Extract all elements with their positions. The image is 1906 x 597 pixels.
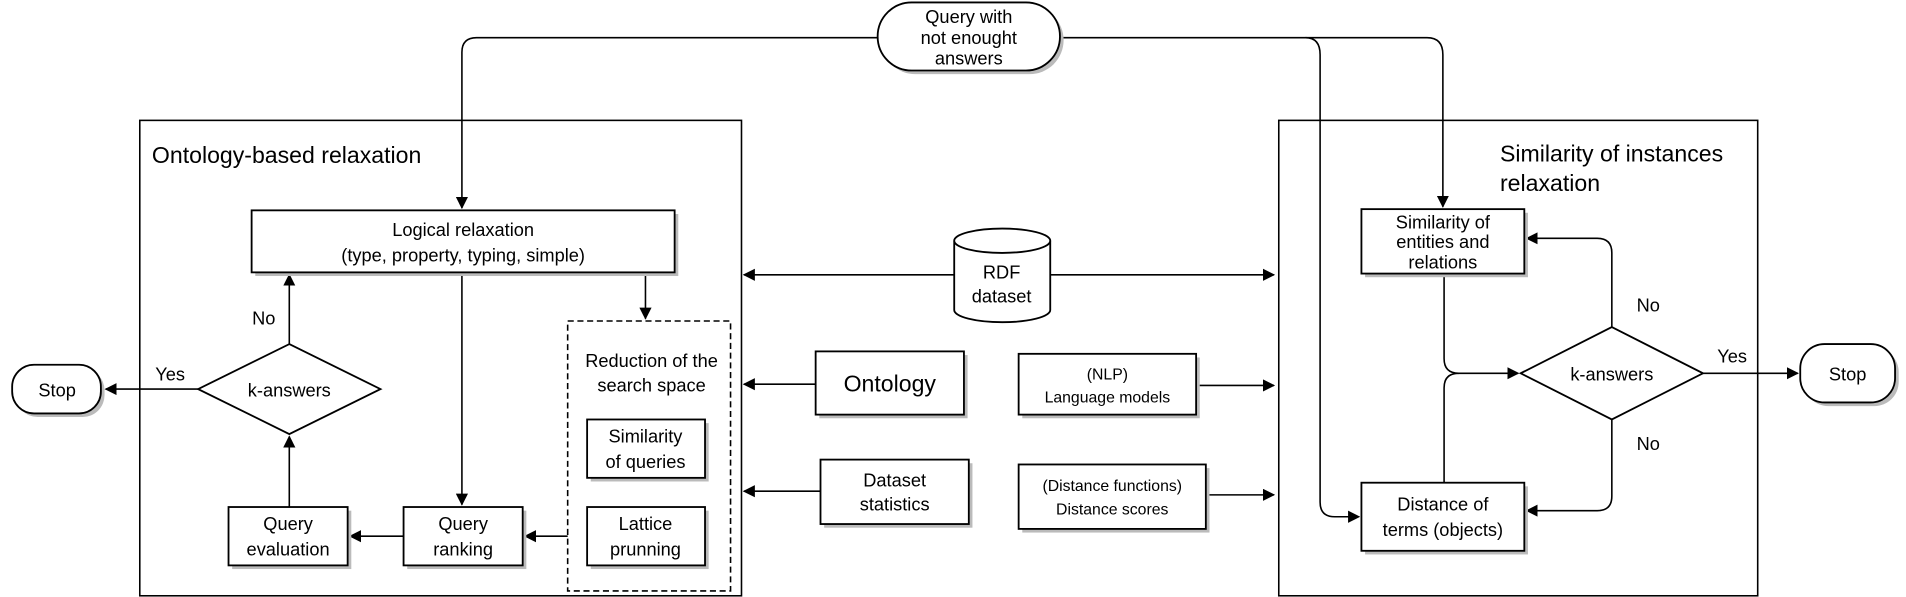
logical-relaxation-box: Logical relaxation (type, property, typi…	[250, 209, 679, 277]
right-stop-node: Stop	[1799, 343, 1899, 407]
right-panel-title-2: relaxation	[1500, 170, 1600, 196]
svg-text:relations: relations	[1408, 252, 1477, 273]
svg-text:Ontology: Ontology	[844, 371, 937, 397]
svg-text:Distance scores: Distance scores	[1056, 501, 1168, 518]
right-k-answers-decision: k-answers	[1518, 326, 1706, 421]
ontology-box: Ontology	[814, 350, 968, 419]
distance-scores-box: (Distance functions) Distance scores	[1017, 463, 1210, 533]
svg-text:Similarity: Similarity	[609, 426, 684, 447]
rdf-dataset-cylinder: RDF dataset	[953, 227, 1052, 324]
svg-text:evaluation: evaluation	[247, 539, 330, 560]
svg-text:answers: answers	[935, 47, 1003, 68]
svg-text:k-answers: k-answers	[1570, 364, 1653, 385]
left-k-answers-decision: k-answers	[196, 343, 383, 436]
svg-text:Logical relaxation: Logical relaxation	[392, 219, 534, 240]
svg-text:prunning: prunning	[610, 539, 681, 560]
svg-text:not enought: not enought	[921, 27, 1017, 48]
similarity-of-queries-box: Similarity of queries	[586, 418, 709, 482]
query-start-node: Query with not enought answers	[876, 1, 1064, 75]
left-stop-node: Stop	[11, 363, 105, 418]
svg-text:statistics: statistics	[860, 494, 930, 515]
dataset-statistics-box: Dataset statistics	[819, 458, 973, 528]
svg-text:dataset: dataset	[972, 286, 1032, 307]
svg-text:(type, property, typing, simpl: (type, property, typing, simple)	[341, 244, 585, 265]
svg-text:Query: Query	[263, 513, 313, 534]
svg-text:terms (objects): terms (objects)	[1383, 519, 1503, 540]
svg-text:Stop: Stop	[38, 379, 75, 400]
svg-text:ranking: ranking	[433, 539, 493, 560]
svg-text:Dataset: Dataset	[863, 469, 926, 490]
query-evaluation-box: Query evaluation	[227, 506, 352, 570]
left-panel-title: Ontology-based relaxation	[152, 142, 421, 168]
svg-text:Similarity of: Similarity of	[1396, 212, 1491, 233]
lattice-pruning-box: Lattice prunning	[586, 506, 709, 570]
svg-text:entities and: entities and	[1396, 231, 1489, 252]
svg-text:Query: Query	[438, 513, 488, 534]
svg-text:Stop: Stop	[1829, 364, 1866, 385]
language-models-box: (NLP) Language models	[1017, 352, 1200, 419]
svg-text:RDF: RDF	[983, 261, 1020, 282]
svg-text:Lattice: Lattice	[619, 513, 673, 534]
right-yes-label: Yes	[1717, 345, 1747, 366]
relaxation-diagram: Ontology-based relaxation Similarity of …	[11, 1, 1899, 597]
right-no-top-label: No	[1637, 294, 1660, 315]
svg-text:(Distance functions): (Distance functions)	[1042, 478, 1182, 495]
svg-text:of queries: of queries	[605, 451, 685, 472]
right-panel-title: Similarity of instances	[1500, 141, 1723, 167]
distance-terms-box: Distance of terms (objects)	[1360, 481, 1528, 555]
similarity-entities-box: Similarity of entities and relations	[1360, 208, 1528, 278]
svg-text:Distance of: Distance of	[1397, 494, 1489, 515]
query-ranking-box: Query ranking	[402, 506, 527, 570]
svg-text:(NLP): (NLP)	[1087, 366, 1128, 383]
svg-text:Query with: Query with	[925, 6, 1012, 27]
svg-text:search space: search space	[597, 375, 705, 396]
svg-text:k-answers: k-answers	[248, 379, 331, 400]
right-no-bottom-label: No	[1637, 433, 1660, 454]
svg-text:Language models: Language models	[1045, 389, 1171, 406]
left-no-label: No	[252, 308, 275, 329]
svg-text:Reduction of the: Reduction of the	[585, 350, 718, 371]
left-yes-label: Yes	[155, 364, 185, 385]
